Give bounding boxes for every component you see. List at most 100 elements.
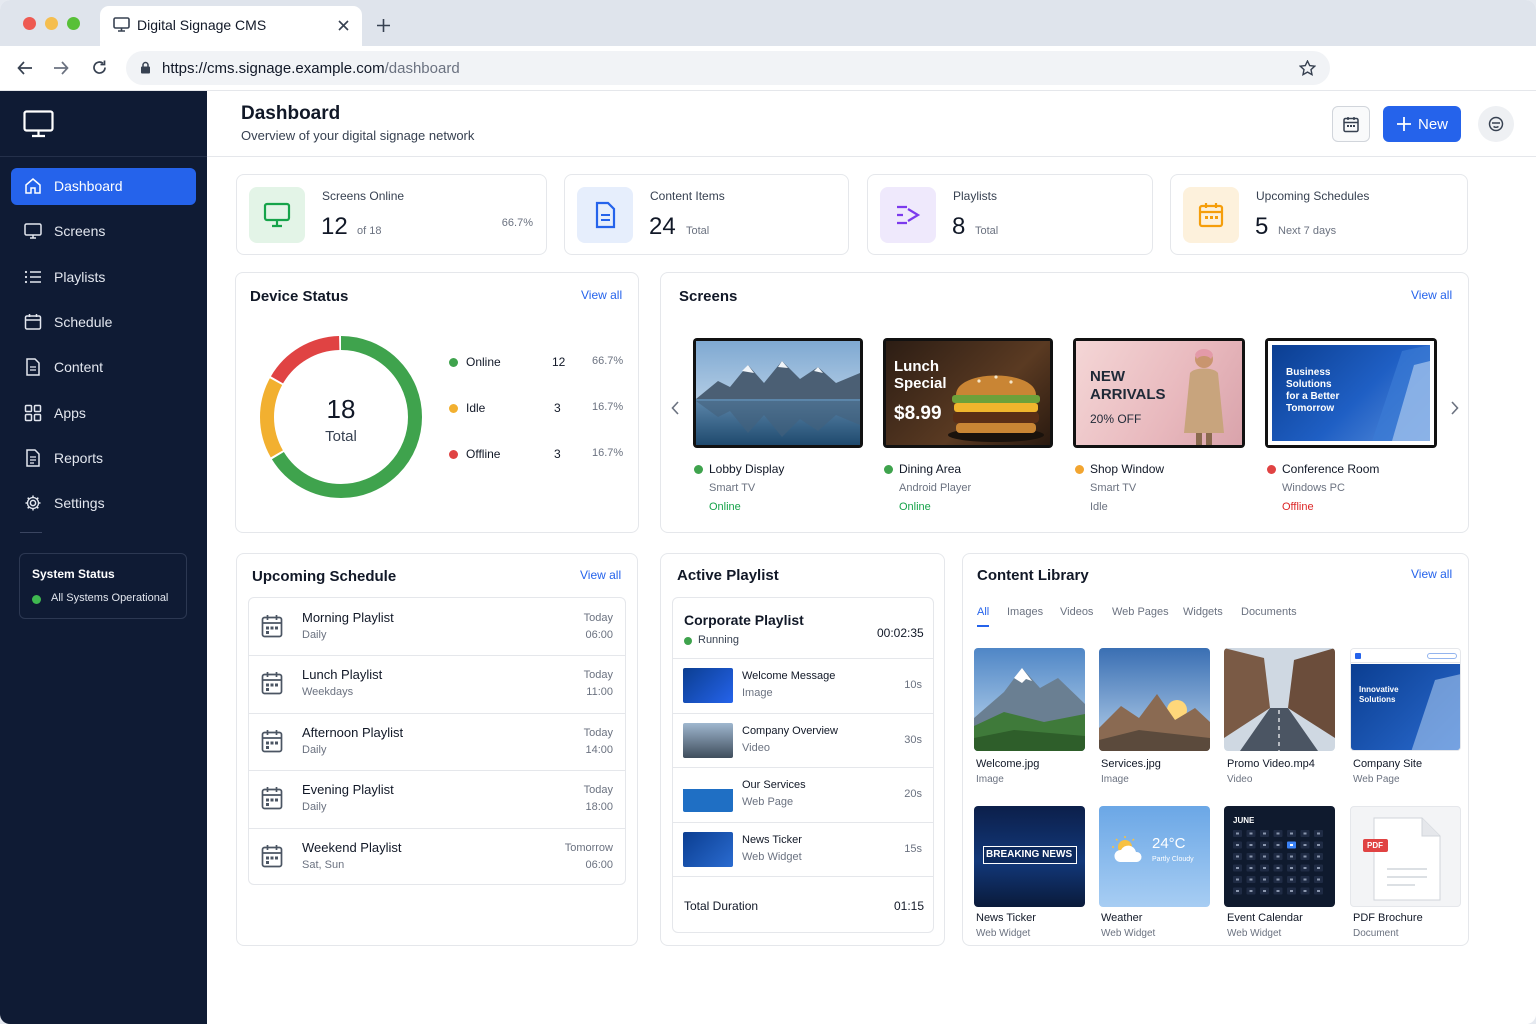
thumb-weather[interactable]: 24°C Partly Cloudy <box>1099 806 1210 907</box>
close-tab-icon[interactable] <box>338 20 349 31</box>
sidebar-item-dashboard[interactable]: Dashboard <box>11 168 196 205</box>
home-icon <box>25 178 41 194</box>
sidebar-item-playlists[interactable]: Playlists <box>11 259 196 296</box>
playlist-status: Running <box>698 634 739 646</box>
sidebar-item-screens[interactable]: Screens <box>11 213 196 250</box>
sidebar-item-settings[interactable]: Settings <box>11 485 196 522</box>
browser-tab[interactable]: Digital Signage CMS <box>100 6 362 46</box>
calendar-month: JUNE <box>1233 816 1255 825</box>
forward-icon[interactable] <box>53 60 69 76</box>
screen-status: Online <box>899 501 931 513</box>
calendar-icon <box>1198 203 1224 228</box>
schedule-name: Afternoon Playlist <box>302 724 404 740</box>
schedule-row[interactable]: Weekend Playlist Sat, Sun Tomorrow 06:00 <box>249 827 625 885</box>
device-status-view-all[interactable]: View all <box>581 288 622 302</box>
weather-temp: 24°C <box>1152 835 1186 852</box>
playlist-item[interactable]: News Ticker Web Widget 15s <box>673 821 933 876</box>
sidebar-item-apps[interactable]: Apps <box>11 395 196 432</box>
library-tab-all[interactable]: All <box>977 606 989 618</box>
schedule-view-all[interactable]: View all <box>580 568 621 582</box>
monitor-icon <box>24 223 42 240</box>
thumb-news-ticker[interactable]: BREAKING NEWS <box>974 806 1085 907</box>
close-window-button[interactable] <box>23 17 36 30</box>
tab-title: Digital Signage CMS <box>137 17 267 33</box>
screen-preview-conference[interactable]: Business Solutions for a Better Tomorrow <box>1265 338 1437 448</box>
thumb-welcome[interactable] <box>974 648 1085 751</box>
calendar-button[interactable] <box>1332 106 1370 142</box>
stat-card-screens-online[interactable]: Screens Online 12 of 18 66.7% <box>236 174 547 255</box>
schedule-frequency: Daily <box>302 743 327 756</box>
library-tab-widgets[interactable]: Widgets <box>1183 606 1223 618</box>
stat-card-playlists[interactable]: Playlists 8 Total <box>867 174 1153 255</box>
legend-dot-idle <box>449 404 458 413</box>
screen-name[interactable]: Dining Area <box>899 462 961 476</box>
thumb-services[interactable] <box>1099 648 1210 751</box>
thumb-promo-video[interactable] <box>1224 648 1335 751</box>
stat-card-upcoming-schedules[interactable]: Upcoming Schedules 5 Next 7 days <box>1170 174 1468 255</box>
library-item-name[interactable]: PDF Brochure <box>1353 912 1423 924</box>
stat-card-content-items[interactable]: Content Items 24 Total <box>564 174 849 255</box>
screen-name[interactable]: Conference Room <box>1282 462 1379 476</box>
screen-name[interactable]: Shop Window <box>1090 462 1164 476</box>
sidebar-item-content[interactable]: Content <box>11 349 196 386</box>
playlist-item-thumbnail <box>683 777 733 812</box>
schedule-row[interactable]: Lunch Playlist Weekdays Today 11:00 <box>249 655 625 712</box>
new-button[interactable]: New <box>1383 106 1461 142</box>
sidebar-item-reports[interactable]: Reports <box>11 440 196 477</box>
playlist-item-duration: 15s <box>904 842 922 855</box>
thumb-company-site[interactable]: Innovative Solutions <box>1350 648 1461 751</box>
screen-preview-dining[interactable]: Lunch Special $8.99 <box>883 338 1053 448</box>
new-tab-icon[interactable] <box>376 18 391 33</box>
row-divider <box>249 655 625 657</box>
playlist-item-duration: 10s <box>904 679 922 691</box>
monitor-icon <box>113 17 130 32</box>
screen-preview-lobby[interactable] <box>693 338 863 448</box>
legend-label: Online <box>466 355 501 369</box>
back-icon[interactable] <box>17 60 33 76</box>
schedule-row[interactable]: Morning Playlist Daily Today 06:00 <box>249 598 625 655</box>
library-tab-documents[interactable]: Documents <box>1241 606 1297 618</box>
library-item-name[interactable]: Event Calendar <box>1227 912 1303 924</box>
library-item-name[interactable]: News Ticker <box>976 912 1036 924</box>
bookmark-star-icon[interactable] <box>1299 60 1316 76</box>
library-tab-images[interactable]: Images <box>1007 606 1043 618</box>
minimize-window-button[interactable] <box>45 17 58 30</box>
carousel-prev-icon[interactable] <box>671 401 680 415</box>
screen-type: Windows PC <box>1282 482 1345 494</box>
user-icon <box>1488 116 1504 132</box>
carousel-next-icon[interactable] <box>1450 401 1459 415</box>
avatar[interactable] <box>1478 106 1514 142</box>
thumb-pdf-brochure[interactable]: PDF <box>1350 806 1461 907</box>
screen-name[interactable]: Lobby Display <box>709 462 784 476</box>
playlist-item[interactable]: Company Overview Video 30s <box>673 712 933 767</box>
new-button-label: New <box>1418 116 1449 133</box>
lock-icon <box>141 61 150 74</box>
content-library-view-all[interactable]: View all <box>1411 567 1452 581</box>
thumb-event-calendar[interactable]: JUNE <box>1224 806 1335 907</box>
library-tab-videos[interactable]: Videos <box>1060 606 1093 618</box>
row-divider <box>249 770 625 772</box>
url-field[interactable]: https://cms.signage.example.com/dashboar… <box>126 51 1330 85</box>
breaking-news-text: BREAKING NEWS <box>986 849 1073 860</box>
library-item-name[interactable]: Weather <box>1101 912 1142 924</box>
screen-preview-shop[interactable]: NEW ARRIVALS 20% OFF <box>1073 338 1245 448</box>
playlist-item[interactable]: Welcome Message Image 10s <box>673 658 933 712</box>
library-item-name[interactable]: Company Site <box>1353 758 1422 770</box>
sidebar-item-schedule[interactable]: Schedule <box>11 304 196 341</box>
stat-label: Screens Online <box>322 189 405 203</box>
library-tab-web-pages[interactable]: Web Pages <box>1112 606 1169 618</box>
library-item-name[interactable]: Services.jpg <box>1101 758 1161 770</box>
library-item-name[interactable]: Promo Video.mp4 <box>1227 758 1315 770</box>
playlist-icon <box>897 205 921 225</box>
promo-lunch-l1: Lunch <box>894 358 939 375</box>
reload-icon[interactable] <box>91 59 108 76</box>
library-item-type: Web Widget <box>1101 928 1156 939</box>
library-item-name[interactable]: Welcome.jpg <box>976 758 1039 770</box>
sidebar-item-label: Screens <box>54 223 106 240</box>
active-tab-indicator <box>977 625 989 627</box>
playlist-item[interactable]: Our Services Web Page 20s <box>673 767 933 821</box>
screens-view-all[interactable]: View all <box>1411 288 1452 302</box>
schedule-row[interactable]: Evening Playlist Daily Today 18:00 <box>249 770 625 827</box>
maximize-window-button[interactable] <box>67 17 80 30</box>
schedule-row[interactable]: Afternoon Playlist Daily Today 14:00 <box>249 712 625 770</box>
